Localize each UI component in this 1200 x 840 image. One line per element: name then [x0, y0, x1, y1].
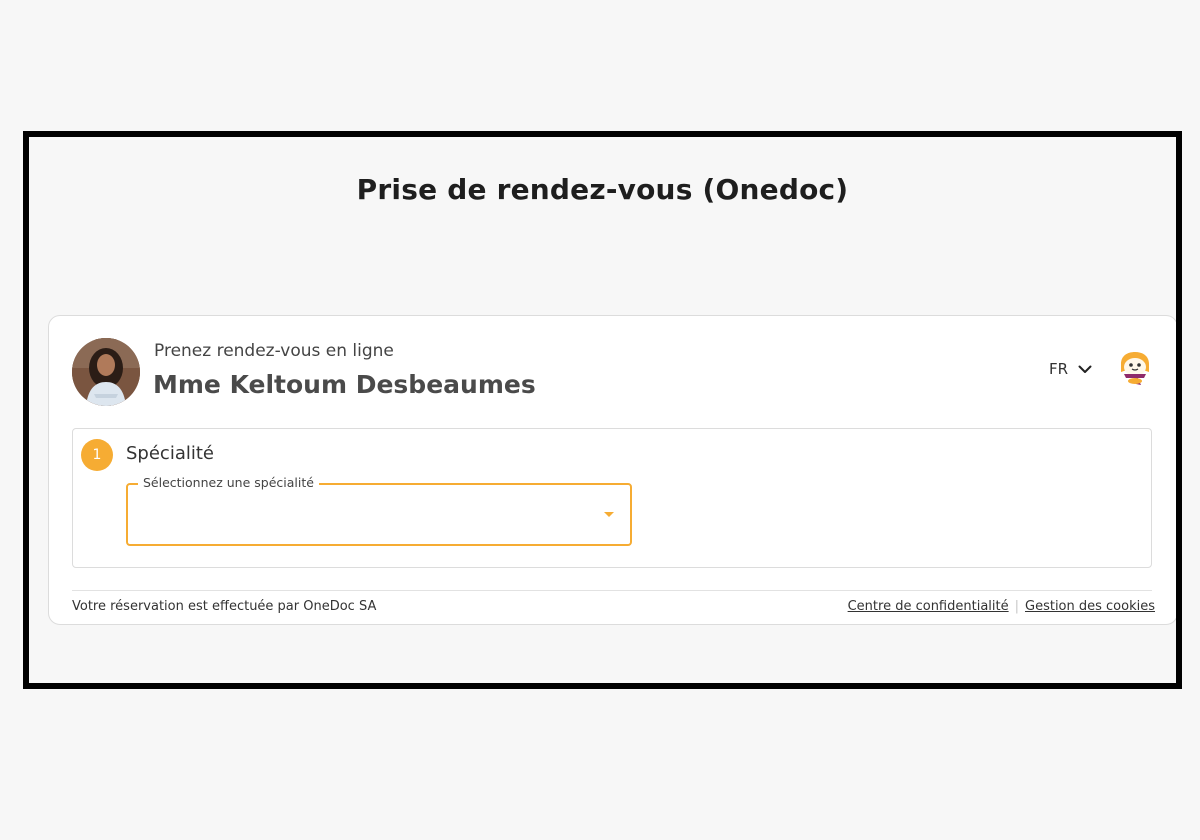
footer-links: Centre de confidentialité | Gestion des …: [848, 599, 1155, 614]
widget-subtitle: Prenez rendez-vous en ligne: [154, 341, 394, 361]
chevron-down-icon: [1078, 360, 1092, 378]
step-number-badge: 1: [81, 439, 113, 471]
privacy-center-link[interactable]: Centre de confidentialité: [848, 599, 1009, 614]
booking-widget: Prenez rendez-vous en ligne Mme Keltoum …: [48, 315, 1176, 625]
practitioner-name: Mme Keltoum Desbeaumes: [153, 370, 536, 399]
screenshot-frame: Prise de rendez-vous (Onedoc) Prenez ren…: [23, 131, 1182, 689]
avatar: [72, 338, 140, 406]
language-label: FR: [1049, 360, 1069, 378]
specialty-step: 1 Spécialité Sélectionnez une spécialité: [72, 428, 1152, 568]
footer-link-separator: |: [1014, 599, 1019, 614]
dropdown-arrow-icon: [604, 512, 614, 517]
step-label: Spécialité: [126, 443, 214, 464]
onedoc-mascot-icon: [1117, 350, 1153, 386]
specialty-select[interactable]: Sélectionnez une spécialité: [126, 475, 632, 546]
page-title: Prise de rendez-vous (Onedoc): [356, 173, 849, 206]
language-selector[interactable]: FR: [1049, 360, 1092, 378]
footer-text: Votre réservation est effectuée par OneD…: [72, 599, 377, 614]
cookie-settings-link[interactable]: Gestion des cookies: [1025, 599, 1155, 614]
footer-divider: [72, 590, 1152, 591]
specialty-select-label: Sélectionnez une spécialité: [138, 475, 319, 490]
